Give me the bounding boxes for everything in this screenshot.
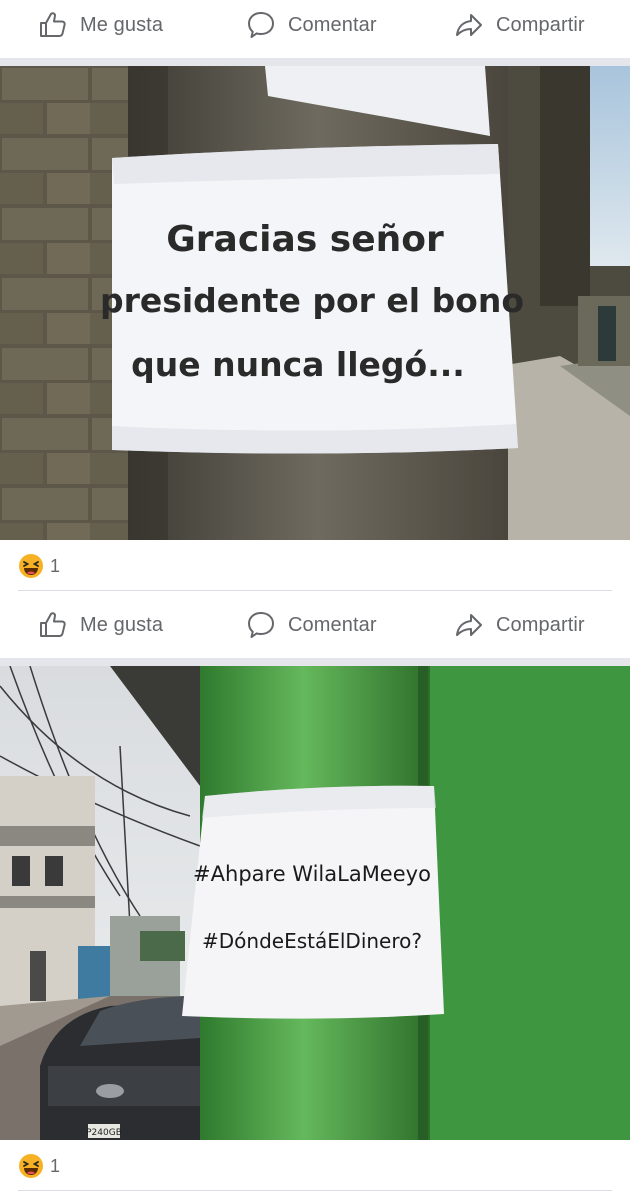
sign-2: #Ahpare WilaLaMeeyo #DóndeEstáElDinero? [182, 785, 444, 1019]
sign-1: Gracias señor presidente por el bono que… [100, 144, 524, 454]
reaction-summary[interactable]: 1 [18, 551, 60, 581]
post-photo-2[interactable]: P240GB #Ahpare WilaLaMeeyo #DóndeEstáElD… [0, 666, 630, 1140]
sign-2-line-2: #DóndeEstáElDinero? [202, 929, 422, 953]
post-separator [0, 58, 630, 66]
comment-label: Comentar [288, 613, 377, 636]
comment-bubble-icon [248, 612, 274, 638]
share-button[interactable]: Compartir [454, 610, 585, 640]
comment-label: Comentar [288, 13, 377, 36]
post-separator [0, 658, 630, 666]
sign-1-line-1: Gracias señor [166, 219, 444, 260]
haha-emoji-icon [19, 554, 43, 578]
post-action-bar: Me gusta Comentar Compartir [0, 0, 630, 50]
like-label: Me gusta [80, 13, 164, 36]
reaction-count: 1 [50, 1155, 61, 1176]
reaction-count: 1 [50, 555, 61, 576]
share-label: Compartir [496, 613, 585, 636]
like-button[interactable]: Me gusta [38, 610, 163, 640]
like-label: Me gusta [80, 613, 164, 636]
share-arrow-icon [456, 14, 482, 36]
comment-button[interactable]: Comentar [246, 610, 377, 640]
comment-bubble-icon [248, 12, 274, 38]
car-plate: P240GB [86, 1128, 122, 1138]
post-photo-1[interactable]: Gracias señor presidente por el bono que… [0, 66, 630, 540]
comment-button[interactable]: Comentar [246, 10, 377, 40]
share-button[interactable]: Compartir [454, 10, 585, 40]
sign-2-line-1: #Ahpare WilaLaMeeyo [193, 862, 431, 886]
haha-emoji-icon [19, 1154, 43, 1178]
photo-1-image: Gracias señor presidente por el bono que… [0, 66, 630, 540]
share-label: Compartir [496, 13, 585, 36]
share-arrow-icon [456, 614, 482, 636]
post-action-bar: Me gusta Comentar Compartir [0, 600, 630, 650]
sign-1-line-3: que nunca llegó... [131, 345, 465, 384]
photo-2-image: P240GB #Ahpare WilaLaMeeyo #DóndeEstáElD… [0, 666, 630, 1140]
sign-1-line-2: presidente por el bono [100, 281, 524, 320]
reaction-summary[interactable]: 1 [18, 1151, 60, 1181]
divider [18, 590, 612, 591]
thumbs-up-icon [40, 12, 66, 37]
divider [18, 1190, 612, 1191]
thumbs-up-icon [40, 612, 66, 637]
like-button[interactable]: Me gusta [38, 10, 163, 40]
